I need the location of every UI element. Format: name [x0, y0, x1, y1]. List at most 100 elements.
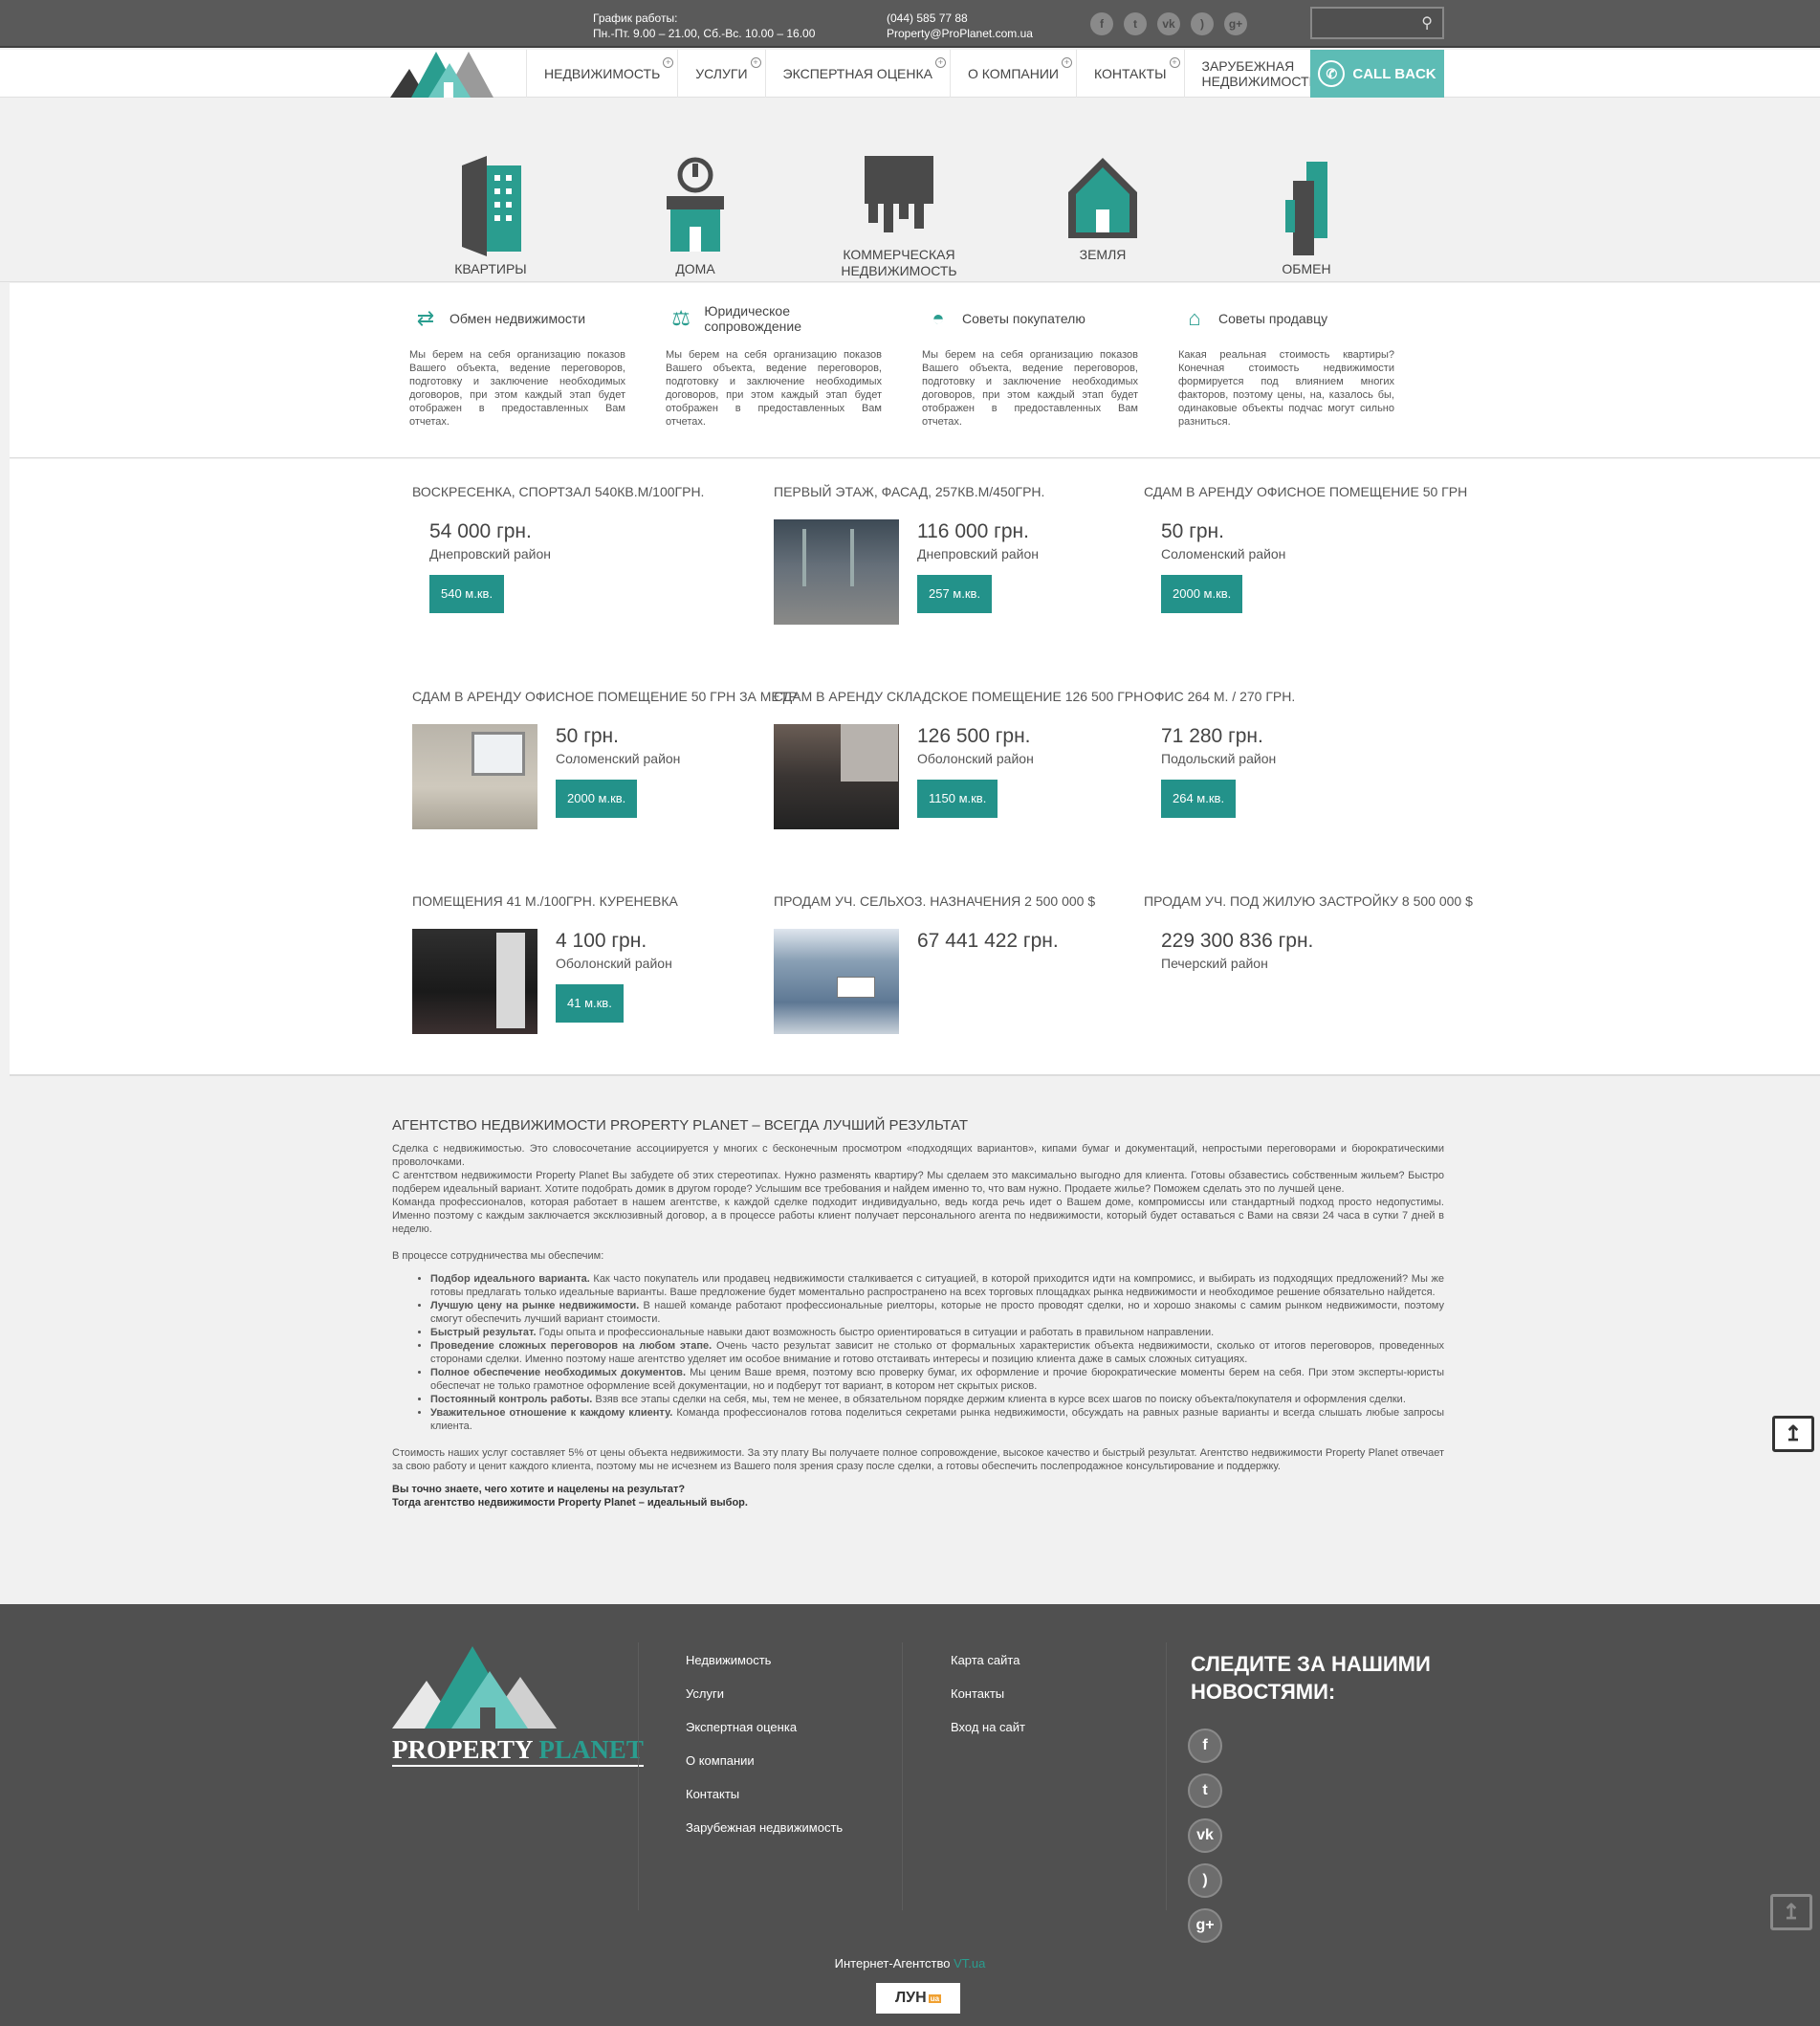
arrow-up-icon: ↥: [1782, 1900, 1801, 1924]
listing-photo[interactable]: [774, 724, 899, 829]
email[interactable]: Property@ProPlanet.com.ua: [887, 26, 1033, 41]
footer-link[interactable]: Контакты: [951, 1686, 1025, 1720]
footer-link[interactable]: Недвижимость: [686, 1653, 843, 1686]
main-nav: НЕДВИЖИМОСТЬ + УСЛУГИ + ЭКСПЕРТНАЯ ОЦЕНКА +…: [526, 50, 1337, 98]
category-land[interactable]: ЗЕМЛЯ: [1021, 156, 1184, 263]
agency-link[interactable]: VT.ua: [954, 1956, 985, 1971]
footer-link[interactable]: Контакты: [686, 1787, 843, 1820]
category-houses[interactable]: ДОМА: [614, 156, 777, 277]
rss-icon[interactable]: ): [1188, 1863, 1222, 1898]
list-item: Быстрый результат. Годы опыта и професси…: [430, 1326, 1444, 1339]
vk-icon[interactable]: vk: [1188, 1818, 1222, 1853]
twitter-icon[interactable]: t: [1124, 12, 1147, 35]
service-exchange[interactable]: ⇄ Обмен недвижимости Мы берем на себя орг…: [409, 306, 625, 429]
service-legal[interactable]: ⚖ Юридическое сопровождение Мы берем на с…: [666, 303, 882, 429]
scroll-top-button[interactable]: ↥: [1772, 1416, 1814, 1452]
listing-district: Днепровский район: [917, 546, 1039, 562]
listing-title[interactable]: СДАМ В АРЕНДУ ОФИСНОЕ ПОМЕЩЕНИЕ 50 ГРН З…: [412, 689, 798, 704]
service-title: Советы покупателю: [962, 311, 1085, 326]
listing-title[interactable]: ВОСКРЕСЕНКА, СПОРТЗАЛ 540КВ.М/100ГРН.: [412, 484, 776, 499]
category-bar: КВАРТИРЫ ДОМА КОММЕРЧЕСКАЯ НЕДВИЖИМОСТЬ …: [0, 99, 1820, 282]
category-label: КВАРТИРЫ: [454, 261, 527, 276]
expand-icon[interactable]: +: [1169, 57, 1180, 68]
phone-icon: ✆: [1318, 60, 1346, 87]
listing-photo[interactable]: [774, 519, 899, 625]
rss-icon[interactable]: ): [1191, 12, 1214, 35]
nav-item-expert-evaluation[interactable]: ЭКСПЕРТНАЯ ОЦЕНКА +: [764, 50, 950, 98]
listing-card[interactable]: СДАМ В АРЕНДУ ОФИСНОЕ ПОМЕЩЕНИЕ 50 ГРН З…: [412, 689, 798, 861]
footer-link[interactable]: Карта сайта: [951, 1653, 1025, 1686]
service-text: Какая реальная стоимость квартиры? Конеч…: [1178, 349, 1394, 428]
twitter-icon[interactable]: t: [1188, 1773, 1222, 1808]
listing-card[interactable]: ПРОДАМ УЧ. СЕЛЬХОЗ. НАЗНАЧЕНИЯ 2 500 000…: [774, 893, 1137, 1066]
list-item: Полное обеспечение необходимых документо…: [430, 1366, 1444, 1393]
listing-price: 50 грн.: [1161, 520, 1224, 542]
house-key-icon: [667, 157, 724, 252]
expand-icon[interactable]: +: [935, 57, 946, 68]
listing-title[interactable]: ОФИС 264 М. / 270 ГРН.: [1144, 689, 1507, 704]
facebook-icon[interactable]: f: [1090, 12, 1113, 35]
service-title: Советы продавцу: [1218, 311, 1328, 326]
search-input[interactable]: ⚲: [1310, 7, 1444, 39]
search-icon[interactable]: ⚲: [1421, 13, 1433, 33]
listing-area-badge: 264 м.кв.: [1161, 780, 1237, 818]
listing-photo[interactable]: [412, 929, 537, 1034]
scroll-top-button[interactable]: ↥: [1770, 1894, 1812, 1930]
expand-icon[interactable]: +: [663, 57, 674, 68]
listing-photo[interactable]: [412, 724, 537, 829]
expand-icon[interactable]: +: [1061, 57, 1072, 68]
nav-item-services[interactable]: УСЛУГИ +: [677, 50, 764, 98]
vk-icon[interactable]: vk: [1157, 12, 1180, 35]
service-title: Юридическое сопровождение: [704, 303, 801, 334]
category-exchange[interactable]: ОБМЕН: [1225, 156, 1388, 277]
footer-link[interactable]: О компании: [686, 1753, 843, 1787]
listing-photo[interactable]: [774, 929, 899, 1034]
listing-card[interactable]: ПРОДАМ УЧ. ПОД ЖИЛУЮ ЗАСТРОЙКУ 8 500 000…: [1144, 893, 1507, 1066]
list-item: Проведение сложных переговоров на любом …: [430, 1339, 1444, 1366]
footer-link[interactable]: Вход на сайт: [951, 1720, 1025, 1753]
hours-value: Пн.-Пт. 9.00 – 21.00, Сб.-Вс. 10.00 – 16…: [593, 27, 816, 40]
listing-price: 54 000 грн.: [429, 520, 532, 542]
category-commercial[interactable]: КОММЕРЧЕСКАЯ НЕДВИЖИМОСТЬ: [818, 156, 980, 279]
nav-item-about[interactable]: О КОМПАНИИ +: [950, 50, 1076, 98]
listing-area-badge: 41 м.кв.: [556, 984, 624, 1023]
listing-title[interactable]: ПРОДАМ УЧ. ПОД ЖИЛУЮ ЗАСТРОЙКУ 8 500 000…: [1144, 893, 1507, 909]
expand-icon[interactable]: +: [750, 57, 761, 68]
listing-card[interactable]: ВОСКРЕСЕНКА, СПОРТЗАЛ 540КВ.М/100ГРН. 54…: [412, 484, 776, 656]
service-title: Обмен недвижимости: [450, 311, 586, 326]
footer-logo-text[interactable]: PROPERTY PLANET: [392, 1735, 644, 1767]
listing-card[interactable]: СДАМ В АРЕНДУ СКЛАДСКОЕ ПОМЕЩЕНИЕ 126 50…: [774, 689, 1143, 861]
category-label: КОММЕРЧЕСКАЯ НЕДВИЖИМОСТЬ: [841, 247, 957, 278]
call-back-button[interactable]: ✆ CALL BACK: [1310, 50, 1444, 98]
nav-item-real-estate[interactable]: НЕДВИЖИМОСТЬ +: [526, 50, 677, 98]
about-section: АГЕНТСТВО НЕДВИЖИМОСТИ PROPERTY PLANET –…: [392, 1118, 1444, 1509]
listing-price: 50 грн.: [556, 725, 619, 747]
agency-credit: Интернет-Агентство VT.ua: [834, 1956, 986, 1971]
listing-title[interactable]: СДАМ В АРЕНДУ ОФИСНОЕ ПОМЕЩЕНИЕ 50 ГРН: [1144, 484, 1507, 499]
listing-title[interactable]: ПОМЕЩЕНИЯ 41 М./100ГРН. КУРЕНЕВКА: [412, 893, 776, 909]
nav-item-contacts[interactable]: КОНТАКТЫ +: [1075, 50, 1184, 98]
facebook-icon[interactable]: f: [1188, 1729, 1222, 1763]
list-item: Подбор идеального варианта. Как часто по…: [430, 1272, 1444, 1299]
category-label: ОБМЕН: [1282, 261, 1331, 276]
listing-title[interactable]: ПЕРВЫЙ ЭТАЖ, ФАСАД, 257КВ.М/450ГРН.: [774, 484, 1137, 499]
footer-link[interactable]: Услуги: [686, 1686, 843, 1720]
service-seller-tips[interactable]: ⌂ Советы продавцу Какая реальная стоимост…: [1178, 306, 1394, 429]
listing-card[interactable]: ПЕРВЫЙ ЭТАЖ, ФАСАД, 257КВ.М/450ГРН. 116 …: [774, 484, 1137, 656]
listing-title[interactable]: ПРОДАМ УЧ. СЕЛЬХОЗ. НАЗНАЧЕНИЯ 2 500 000…: [774, 893, 1137, 909]
about-paragraph: В процессе сотрудничества мы обеспечим:: [392, 1250, 604, 1262]
category-apartments[interactable]: КВАРТИРЫ: [409, 156, 572, 277]
service-buyer-tips[interactable]: ◓ Советы покупателю Мы берем на себя орга…: [922, 306, 1138, 429]
footer-link[interactable]: Экспертная оценка: [686, 1720, 843, 1753]
listing-card[interactable]: СДАМ В АРЕНДУ ОФИСНОЕ ПОМЕЩЕНИЕ 50 ГРН 5…: [1144, 484, 1507, 656]
footer-link[interactable]: Зарубежная недвижимость: [686, 1820, 843, 1854]
top-bar: График работы: Пн.-Пт. 9.00 – 21.00, Сб.…: [0, 0, 1820, 48]
phone[interactable]: (044) 585 77 88: [887, 11, 1033, 26]
arrow-up-icon: ↥: [1784, 1421, 1803, 1445]
google-plus-icon[interactable]: g+: [1224, 12, 1247, 35]
listing-card[interactable]: ОФИС 264 М. / 270 ГРН. 71 280 грн. Подол…: [1144, 689, 1507, 861]
listing-title[interactable]: СДАМ В АРЕНДУ СКЛАДСКОЕ ПОМЕЩЕНИЕ 126 50…: [774, 689, 1143, 704]
google-plus-icon[interactable]: g+: [1188, 1908, 1222, 1943]
listing-card[interactable]: ПОМЕЩЕНИЯ 41 М./100ГРН. КУРЕНЕВКА 4 100 …: [412, 893, 776, 1066]
lun-badge[interactable]: ЛУН ua: [876, 1983, 960, 2014]
